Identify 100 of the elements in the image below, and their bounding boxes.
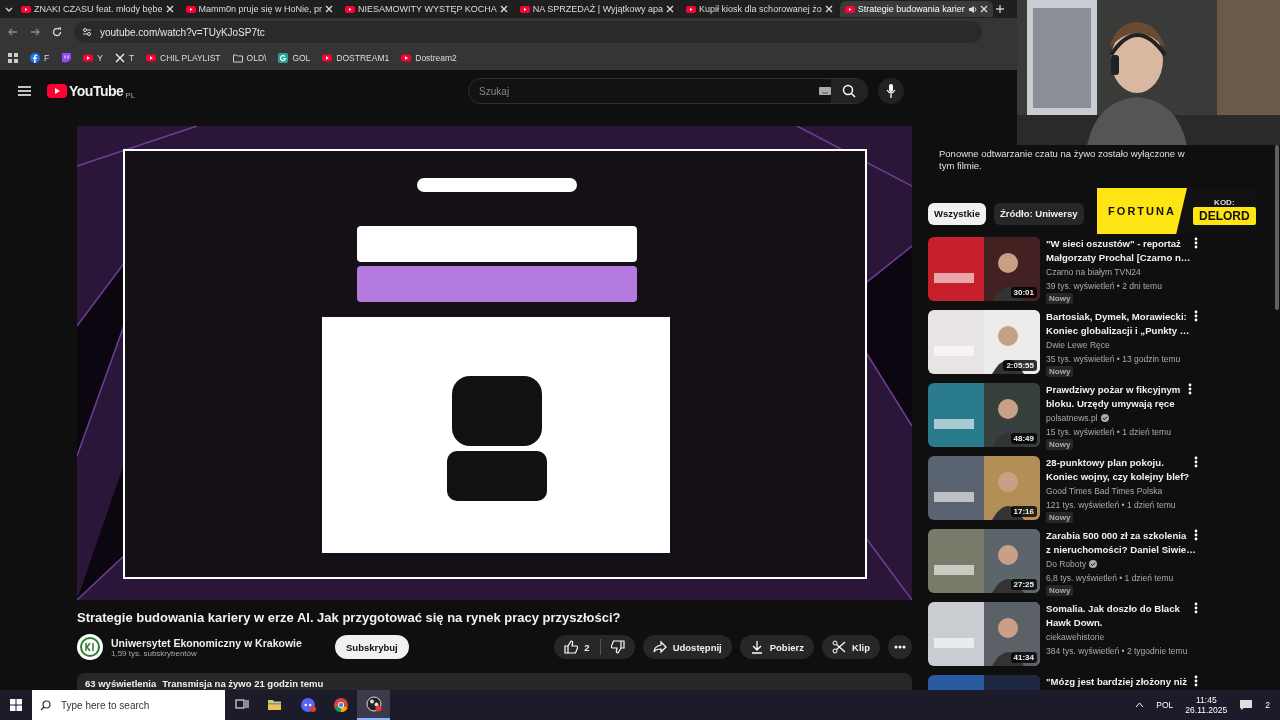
chevron-up-icon[interactable]	[1135, 702, 1145, 708]
description-panel[interactable]: 63 wyświetlenia Transmisja na żywo 21 godzin temu	[77, 673, 912, 690]
browser-tab[interactable]: NA SPRZEDAŻ | Wyjątkowy apa	[514, 1, 680, 17]
clock-time[interactable]: 11:45	[1196, 695, 1217, 705]
new-badge: Nowy	[1046, 365, 1074, 377]
address-bar[interactable]: youtube.com/watch?v=TUyKJoSP7tc	[74, 21, 982, 43]
notification-count[interactable]: 2	[1265, 700, 1270, 710]
taskbar-app[interactable]	[357, 690, 390, 720]
channel-avatar[interactable]	[77, 634, 103, 660]
taskbar-search-bar[interactable]: Type here to search	[32, 690, 225, 720]
close-icon[interactable]	[979, 5, 988, 13]
bookmark[interactable]: CHIL PLAYLIST	[146, 53, 221, 63]
close-icon[interactable]	[165, 5, 174, 13]
channel-name[interactable]: Good Times Bad Times Polska	[1046, 483, 1163, 498]
back-icon[interactable]	[8, 27, 18, 37]
forward-icon[interactable]	[30, 27, 40, 37]
site-settings-icon[interactable]	[82, 27, 92, 37]
url-text: youtube.com/watch?v=TUyKJoSP7tc	[100, 26, 265, 38]
share-button[interactable]: Udostępnij	[642, 635, 732, 659]
channel-name[interactable]: Uniwersytet Ekonomiczny w Krakowie	[111, 636, 311, 649]
browser-tab[interactable]: ZNAKI CZASU feat. młody bębe	[16, 1, 179, 17]
video-title[interactable]: z nieruchomości? Daniel Siwie…	[1046, 542, 1196, 557]
menu-icon[interactable]	[18, 86, 31, 96]
close-icon[interactable]	[824, 5, 833, 13]
more-options-icon[interactable]	[1188, 382, 1193, 395]
youtube-icon	[83, 53, 94, 63]
youtube-icon	[844, 5, 855, 13]
filter-chip[interactable]: Wszystkie	[928, 202, 986, 225]
channel-name[interactable]: ciekawehistorie	[1046, 629, 1105, 644]
close-icon[interactable]	[499, 5, 508, 13]
more-icon	[894, 645, 906, 649]
filter-chip[interactable]: Źródło: Uniwersy	[993, 202, 1084, 225]
thumbs-down-icon	[610, 640, 625, 654]
video-title[interactable]: bloku. Urzędy umywają ręce	[1046, 396, 1175, 411]
bookmark[interactable]: DOSTREAM1	[322, 53, 390, 63]
download-button[interactable]: Pobierz	[739, 635, 815, 659]
video-title[interactable]: Zarabia 500 000 zł za szkolenia	[1046, 528, 1187, 543]
search-input[interactable]: Type here to search	[59, 698, 223, 712]
reload-icon[interactable]	[52, 27, 62, 37]
bookmark[interactable]: T	[114, 53, 135, 63]
clock-date[interactable]: 26.11.2025	[1185, 705, 1228, 715]
video-title[interactable]: "Mózg jest bardziej złożony niż	[1046, 674, 1187, 689]
more-options-icon[interactable]	[1194, 236, 1198, 249]
new-badge: Nowy	[1046, 438, 1074, 450]
more-options-icon[interactable]	[1194, 528, 1198, 541]
more-options-icon[interactable]	[1194, 309, 1198, 322]
apps-icon[interactable]	[8, 53, 18, 63]
search-bar[interactable]: Szukaj	[468, 78, 869, 104]
close-icon[interactable]	[325, 5, 334, 13]
bookmark[interactable]: OLD\	[232, 53, 267, 63]
youtube-icon	[322, 53, 333, 63]
channel-name[interactable]: Do Roboty	[1046, 556, 1087, 571]
subscribe-button[interactable]: Subskrybuj	[335, 635, 409, 659]
video-title[interactable]: Koniec globalizacji i „Punkty …	[1046, 323, 1190, 338]
microphone-icon	[886, 84, 897, 98]
search-input[interactable]: Szukaj	[469, 84, 820, 98]
video-title[interactable]: Koniec wojny, czy kolejny blef?	[1046, 469, 1190, 484]
browser-tab[interactable]: Strategie budowania karier	[839, 1, 993, 17]
brand-name: FORTUNA	[1097, 188, 1187, 234]
channel-name[interactable]: Dwie Lewe Ręce	[1046, 337, 1110, 352]
voice-search-button[interactable]	[878, 78, 905, 104]
browser-tab[interactable]: NIESAMOWITY WYSTĘP KOCHA	[340, 1, 513, 17]
bookmark[interactable]: Dostream2	[401, 53, 457, 63]
video-title[interactable]: 28-punktowy plan pokoju.	[1046, 455, 1164, 470]
clip-button[interactable]: Klip	[822, 635, 880, 659]
new-tab-icon[interactable]	[994, 4, 1005, 14]
keyboard-icon[interactable]	[819, 87, 832, 95]
browser-tab[interactable]: Mamm0n pruje się w HoNie, pr	[180, 1, 339, 17]
video-title[interactable]: Hawk Down.	[1046, 615, 1103, 630]
video-title[interactable]: Somalia. Jak doszło do Black	[1046, 601, 1180, 616]
more-options-icon[interactable]	[1194, 455, 1198, 468]
search-button[interactable]	[831, 79, 868, 103]
browser-tab[interactable]: Kupił kiosk dla schorowanej żo	[681, 1, 838, 17]
notification-icon[interactable]	[1239, 699, 1254, 711]
channel-name[interactable]: Czarno na białym TVN24	[1046, 264, 1141, 279]
scrollbar-thumb[interactable]	[1275, 145, 1279, 310]
more-options-icon[interactable]	[1194, 674, 1198, 687]
twitch-icon[interactable]	[61, 53, 72, 63]
subscriber-count: 1,59 tys. subskrybentów	[111, 648, 197, 658]
youtube-icon	[21, 5, 31, 13]
video-title[interactable]: "W sieci oszustów" - reportaż	[1046, 236, 1181, 251]
youtube-icon	[345, 5, 356, 13]
youtube-icon	[519, 5, 530, 13]
close-icon[interactable]	[666, 5, 675, 13]
video-duration: 27:25	[1010, 578, 1037, 590]
more-actions-button[interactable]	[888, 635, 912, 659]
bookmark[interactable]: GOL	[278, 53, 311, 63]
bookmark[interactable]: F	[30, 53, 50, 63]
input-language[interactable]: POL	[1156, 700, 1174, 710]
tab-list-icon[interactable]	[4, 4, 14, 14]
channel-name[interactable]: polsatnews.pl	[1046, 410, 1098, 425]
video-title[interactable]: Bartosiak, Dymek, Morawiecki:	[1046, 309, 1187, 324]
windows-start-icon[interactable]	[10, 699, 22, 711]
video-title[interactable]: Małgorzaty Prochal [Czarno n…	[1046, 250, 1191, 265]
video-title: Strategie budowania kariery w erze AI. Jak przygotować się na rynek pracy przyszłości?	[77, 610, 622, 625]
video-title[interactable]: Prawdziwy pożar w fikcyjnym	[1046, 382, 1181, 397]
bookmark[interactable]: Y	[83, 53, 103, 63]
youtube-icon	[185, 5, 196, 13]
more-options-icon[interactable]	[1194, 601, 1198, 614]
video-duration: 30:01	[1010, 286, 1037, 298]
